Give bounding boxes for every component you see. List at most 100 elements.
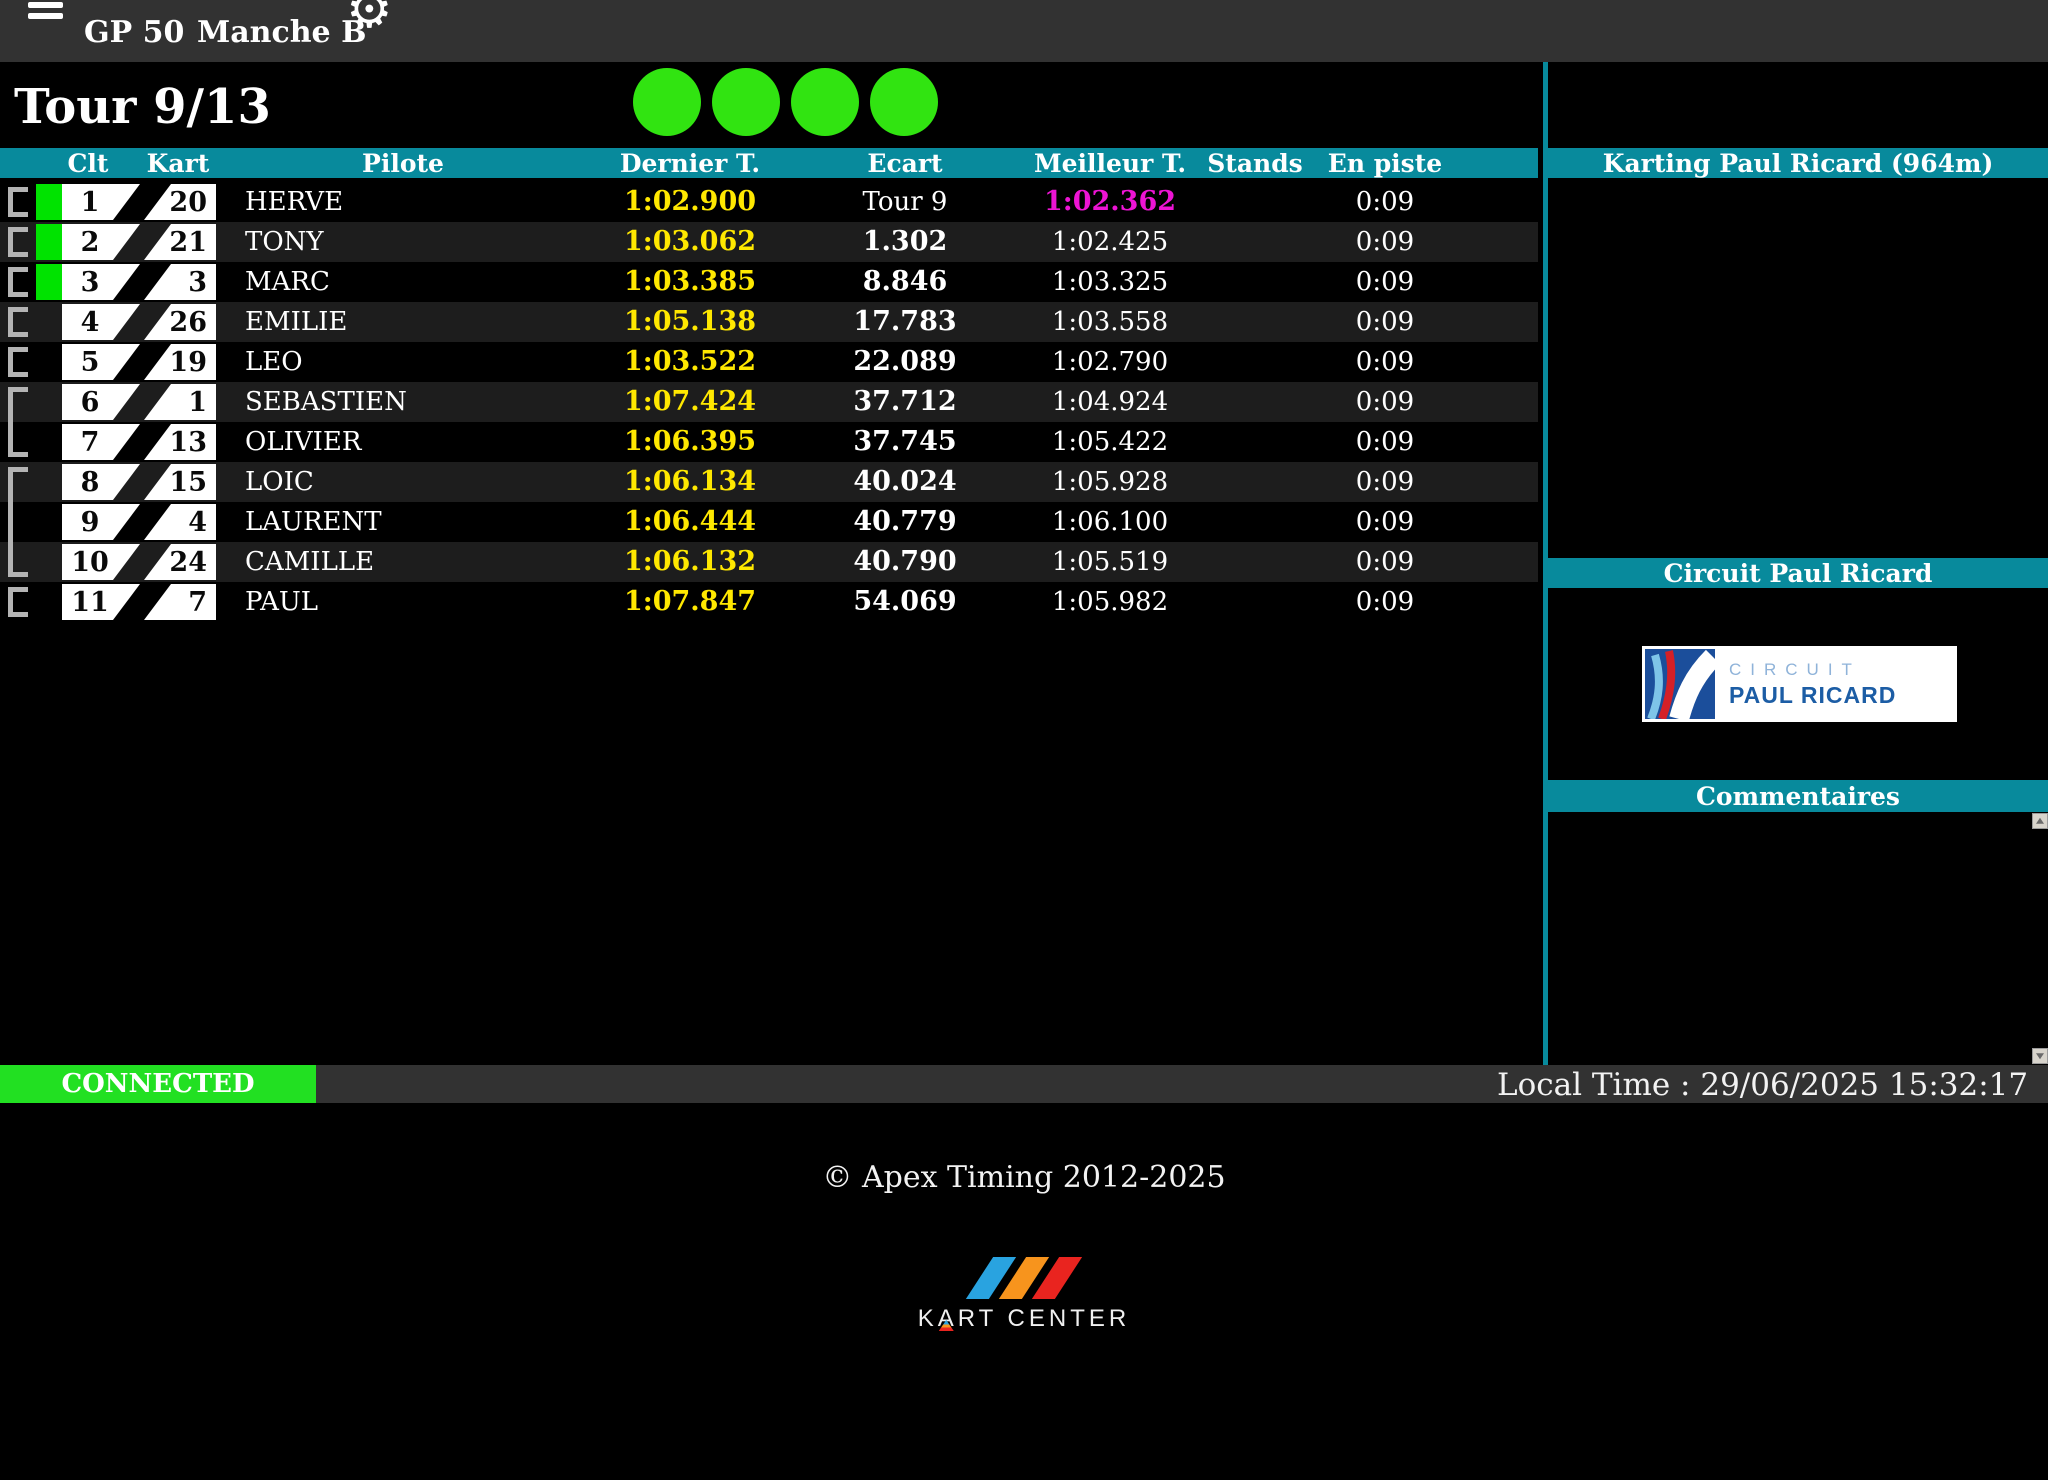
last-lap-time: 1:06.444 [590,502,790,542]
header-filler [1460,148,1538,178]
kart-number: 3 [144,264,216,301]
on-track-time: 0:09 [1310,222,1460,262]
comments-header: Commentaires [1548,780,2048,812]
position-cell: 4 [36,302,140,342]
driver-name: HERVE [216,182,590,222]
position-green-marker [36,304,62,340]
battle-bracket-icon [8,467,28,577]
kart-number: 15 [144,464,216,501]
driver-row[interactable]: 221TONY1:03.0621.3021:02.4250:09 [0,222,1538,262]
table-body: 120HERVE1:02.900Tour 91:02.3620:09221TON… [0,182,1538,622]
on-track-time: 0:09 [1310,502,1460,542]
circuit-road-icon [1645,649,1715,719]
scroll-down-button[interactable] [2032,1048,2048,1064]
kart-box: 20 [144,184,216,220]
last-lap-time: 1:06.134 [590,462,790,502]
best-lap-time: 1:02.425 [1020,222,1200,262]
copyright: © Apex Timing 2012-2025 [0,1160,2048,1195]
comments-scrollbar[interactable] [2031,812,2048,1065]
arrow-down-icon [2036,1053,2044,1059]
top-bar: GP 50 Manche B ⚙ [0,0,2048,62]
on-track-time: 0:09 [1310,262,1460,302]
kart-box: 24 [144,544,216,580]
battle-bracket-icon [8,227,28,257]
driver-name: LEO [216,342,590,382]
kart-number: 26 [144,304,216,341]
gap-value: 17.783 [790,302,1020,342]
track-header: Karting Paul Ricard (964m) [1548,148,2048,178]
best-lap-time: 1:05.519 [1020,542,1200,582]
position-box: 1 [62,184,140,220]
kart-number: 4 [144,504,216,541]
kart-center-stripes-icon [975,1257,1074,1299]
kart-box: 7 [144,584,216,620]
battle-gutter [0,302,36,342]
column-header-kart: Kart [140,148,216,178]
position-box: 7 [62,424,140,460]
arrow-up-icon [2036,818,2044,824]
row-filler [1460,542,1538,582]
position-green-marker [36,424,62,460]
battle-bracket-icon [8,347,28,377]
position-number: 6 [62,384,140,421]
last-lap-time: 1:07.424 [590,382,790,422]
driver-row[interactable]: 1024CAMILLE1:06.13240.7901:05.5190:09 [0,542,1538,582]
driver-row[interactable]: 33MARC1:03.3858.8461:03.3250:09 [0,262,1538,302]
gap-value: 40.779 [790,502,1020,542]
driver-row[interactable]: 426EMILIE1:05.13817.7831:03.5580:09 [0,302,1538,342]
kart-box: 21 [144,224,216,260]
last-lap-time: 1:07.847 [590,582,790,622]
kart-cell: 3 [140,262,216,302]
pit-stops [1200,182,1310,222]
position-cell: 1 [36,182,140,222]
kart-cell: 20 [140,182,216,222]
best-lap-time: 1:02.790 [1020,342,1200,382]
position-green-marker [36,464,62,500]
position-number: 2 [62,224,140,261]
kart-cell: 15 [140,462,216,502]
kart-cell: 26 [140,302,216,342]
position-cell: 5 [36,342,140,382]
position-box: 3 [62,264,140,300]
battle-bracket-icon [8,587,28,617]
kart-cell: 1 [140,382,216,422]
kart-number: 7 [144,584,216,621]
gap-value: 40.790 [790,542,1020,582]
driver-row[interactable]: 713OLIVIER1:06.39537.7451:05.4220:09 [0,422,1538,462]
best-lap-time: 1:06.100 [1020,502,1200,542]
best-lap-time: 1:05.422 [1020,422,1200,462]
battle-bracket-icon [8,307,28,337]
kart-number: 24 [144,544,216,581]
session-title: Manche B [197,0,366,62]
start-light [712,68,780,136]
settings-gear-icon[interactable]: ⚙ [346,0,393,36]
pit-stops [1200,422,1310,462]
start-light [870,68,938,136]
gap-value: Tour 9 [790,182,1020,222]
scroll-up-button[interactable] [2032,813,2048,829]
best-lap-time: 1:02.362 [1020,182,1200,222]
row-filler [1460,382,1538,422]
driver-row[interactable]: 61SEBASTIEN1:07.42437.7121:04.9240:09 [0,382,1538,422]
position-number: 4 [62,304,140,341]
driver-row[interactable]: 519LEO1:03.52222.0891:02.7900:09 [0,342,1538,382]
menu-icon[interactable] [28,0,63,24]
position-box: 11 [62,584,140,620]
driver-row[interactable]: 94LAURENT1:06.44440.7791:06.1000:09 [0,502,1538,542]
column-header-ecart: Ecart [790,148,1020,178]
kart-cell: 13 [140,422,216,462]
status-bar: CONNECTED Local Time : 29/06/2025 15:32:… [0,1065,2048,1103]
table-header-row: CltKartPiloteDernier T.EcartMeilleur T.S… [0,148,1538,178]
live-timing-page: GP 50 Manche B ⚙ Tour 9/13 CltKartPilote… [0,0,2048,1480]
kart-number: 19 [144,344,216,381]
pit-stops [1200,302,1310,342]
position-green-marker [36,224,62,260]
position-number: 9 [62,504,140,541]
position-box: 9 [62,504,140,540]
battle-bracket-icon [8,387,28,457]
best-lap-time: 1:04.924 [1020,382,1200,422]
driver-row[interactable]: 120HERVE1:02.900Tour 91:02.3620:09 [0,182,1538,222]
connection-status-badge: CONNECTED [0,1065,316,1103]
driver-row[interactable]: 117PAUL1:07.84754.0691:05.9820:09 [0,582,1538,622]
driver-row[interactable]: 815LOIC1:06.13440.0241:05.9280:09 [0,462,1538,502]
